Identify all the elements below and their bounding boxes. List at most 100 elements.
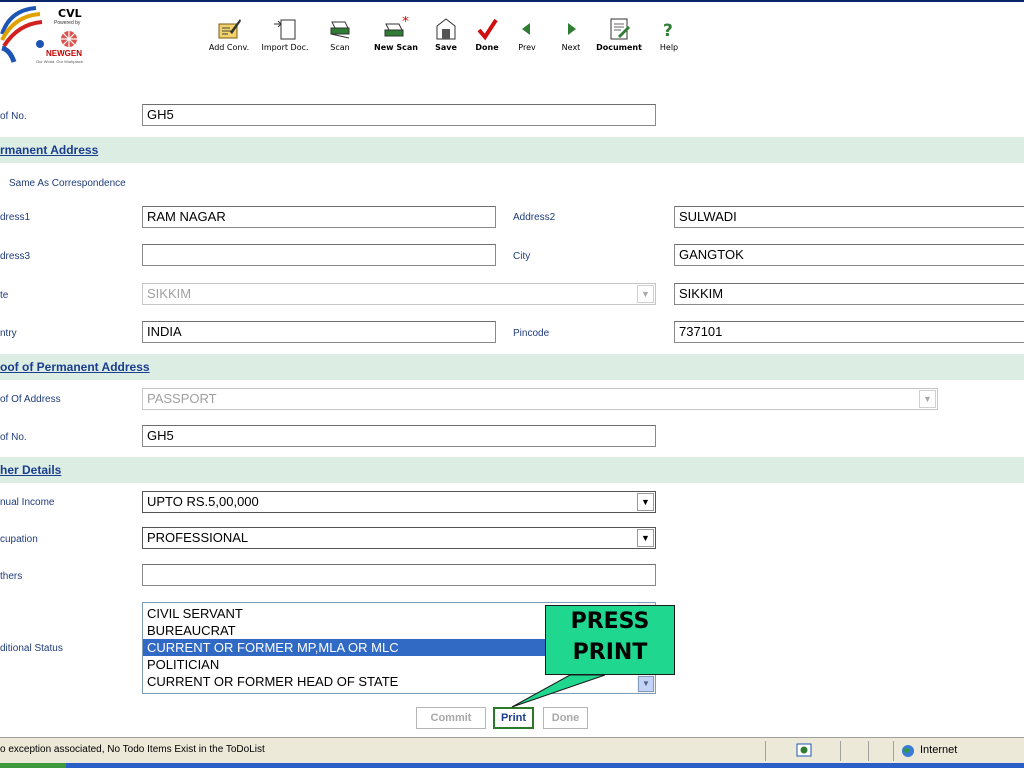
proof-no-2-label: of No. bbox=[0, 432, 27, 443]
previous-arrow-icon bbox=[522, 23, 530, 35]
logo-tagline: Our World. Our Workplace. bbox=[36, 59, 85, 64]
previous-label: Prev bbox=[518, 43, 536, 52]
import-document-icon bbox=[274, 19, 296, 40]
permanent-address-title[interactable]: rmanent Address bbox=[0, 143, 98, 157]
next-label: Next bbox=[561, 43, 581, 52]
address2-field[interactable]: SULWADI bbox=[674, 206, 1024, 228]
document-button[interactable]: Document bbox=[592, 16, 646, 60]
commit-button[interactable]: Commit bbox=[416, 707, 486, 729]
scan-button[interactable]: Scan bbox=[326, 16, 354, 60]
occupation-dropdown[interactable]: PROFESSIONAL ▼ bbox=[142, 527, 656, 549]
address1-label: dress1 bbox=[0, 212, 31, 223]
status-divider bbox=[765, 741, 766, 761]
state-text-field[interactable]: SIKKIM bbox=[674, 283, 1024, 305]
city-label: City bbox=[513, 251, 531, 262]
chevron-down-icon[interactable]: ▼ bbox=[638, 676, 654, 692]
chevron-down-icon[interactable]: ▼ bbox=[919, 390, 936, 408]
callout-line2: PRINT bbox=[572, 640, 648, 665]
proof-of-address-dropdown[interactable]: PASSPORT ▼ bbox=[142, 388, 938, 410]
next-arrow-icon bbox=[568, 23, 576, 35]
proof-no-field[interactable]: GH5 bbox=[142, 104, 656, 126]
others-field[interactable] bbox=[142, 564, 656, 586]
import-document-button[interactable]: Import Doc. bbox=[258, 16, 312, 60]
add-conversation-icon bbox=[218, 19, 241, 39]
annual-income-value: UPTO RS.5,00,000 bbox=[147, 494, 259, 509]
permanent-address-section-header: rmanent Address bbox=[0, 137, 1024, 163]
address3-field[interactable] bbox=[142, 244, 496, 266]
others-label: thers bbox=[0, 571, 23, 582]
address3-label: dress3 bbox=[0, 251, 31, 262]
done-checkmark-icon bbox=[477, 18, 498, 41]
new-scan-button[interactable]: * New Scan bbox=[371, 16, 421, 60]
country-field[interactable]: INDIA bbox=[142, 321, 496, 343]
application-header: CVL Powered by NEWGEN Our World. Our Wor… bbox=[0, 0, 1024, 72]
address1-field[interactable]: RAM NAGAR bbox=[142, 206, 496, 228]
chevron-down-icon[interactable]: ▼ bbox=[637, 529, 654, 547]
chevron-down-icon[interactable]: ▼ bbox=[637, 285, 654, 303]
status-divider bbox=[893, 741, 894, 761]
city-field[interactable]: GANGTOK bbox=[674, 244, 1024, 266]
country-label: ntry bbox=[0, 328, 17, 339]
save-button[interactable]: Save bbox=[432, 16, 460, 60]
start-button[interactable] bbox=[0, 763, 66, 768]
occupation-label: cupation bbox=[0, 534, 38, 545]
import-document-label: Import Doc. bbox=[261, 43, 309, 52]
status-bar: o exception associated, No Todo Items Ex… bbox=[0, 737, 1024, 763]
logo-powered-by: Powered by bbox=[54, 20, 81, 26]
taskbar bbox=[0, 763, 1024, 768]
status-message: o exception associated, No Todo Items Ex… bbox=[0, 744, 265, 755]
add-conversation-button[interactable]: Add Conv. bbox=[205, 16, 253, 60]
proof-no-2-field[interactable]: GH5 bbox=[142, 425, 656, 447]
done-button[interactable]: Done bbox=[472, 16, 502, 60]
callout-pointer bbox=[511, 674, 606, 708]
cvl-logo: CVL Powered by NEWGEN Our World. Our Wor… bbox=[0, 4, 130, 70]
state-label: te bbox=[0, 290, 9, 301]
logo-newgen-text: NEWGEN bbox=[46, 49, 82, 58]
toolbar-separator bbox=[0, 72, 1024, 88]
internet-globe-icon bbox=[902, 745, 914, 757]
other-details-title[interactable]: her Details bbox=[0, 463, 61, 477]
pincode-label: Pincode bbox=[513, 328, 550, 339]
newgen-emblem-icon bbox=[61, 31, 77, 47]
proof-of-address-label: of Of Address bbox=[0, 394, 61, 405]
help-button[interactable]: ? Help bbox=[656, 16, 682, 60]
next-button[interactable]: Next bbox=[556, 16, 586, 60]
scan-label: Scan bbox=[330, 43, 350, 52]
svg-text:?: ? bbox=[663, 21, 673, 41]
same-as-correspondence-label[interactable]: Same As Correspondence bbox=[9, 178, 126, 189]
additional-status-label: ditional Status bbox=[0, 643, 63, 654]
proof-no-label: of No. bbox=[0, 111, 27, 122]
help-label: Help bbox=[659, 43, 679, 52]
save-label: Save bbox=[435, 43, 457, 52]
new-scan-label: New Scan bbox=[374, 43, 418, 52]
proof-permanent-address-section-header: oof of Permanent Address bbox=[0, 354, 1024, 380]
document-label: Document bbox=[596, 43, 642, 52]
scan-icon bbox=[330, 21, 350, 39]
state-dropdown-value: SIKKIM bbox=[147, 286, 192, 301]
annual-income-label: nual Income bbox=[0, 497, 55, 508]
done-label: Done bbox=[475, 43, 499, 52]
save-icon bbox=[436, 18, 456, 40]
annual-income-dropdown[interactable]: UPTO RS.5,00,000 ▼ bbox=[142, 491, 656, 513]
help-icon: ? bbox=[663, 21, 673, 41]
pincode-field[interactable]: 737101 bbox=[674, 321, 1024, 343]
svg-text:*: * bbox=[402, 16, 409, 30]
proof-permanent-address-title[interactable]: oof of Permanent Address bbox=[0, 360, 150, 374]
logo-cvl-text: CVL bbox=[58, 7, 82, 20]
chevron-down-icon[interactable]: ▼ bbox=[637, 493, 654, 511]
logo-swirl-icon bbox=[0, 6, 44, 63]
occupation-value: PROFESSIONAL bbox=[147, 530, 249, 545]
page-status-icon bbox=[796, 743, 812, 757]
state-dropdown[interactable]: SIKKIM ▼ bbox=[142, 283, 656, 305]
add-conversation-label: Add Conv. bbox=[208, 43, 250, 52]
press-print-callout: PRESS PRINT bbox=[545, 605, 675, 675]
status-divider bbox=[868, 741, 869, 761]
proof-of-address-value: PASSPORT bbox=[147, 391, 217, 406]
status-divider bbox=[840, 741, 841, 761]
document-icon bbox=[610, 18, 630, 40]
new-scan-icon: * bbox=[384, 16, 409, 37]
address2-label: Address2 bbox=[513, 212, 556, 223]
previous-button[interactable]: Prev bbox=[513, 16, 541, 60]
callout-line1: PRESS bbox=[570, 609, 650, 634]
security-zone-label: Internet bbox=[920, 744, 958, 756]
